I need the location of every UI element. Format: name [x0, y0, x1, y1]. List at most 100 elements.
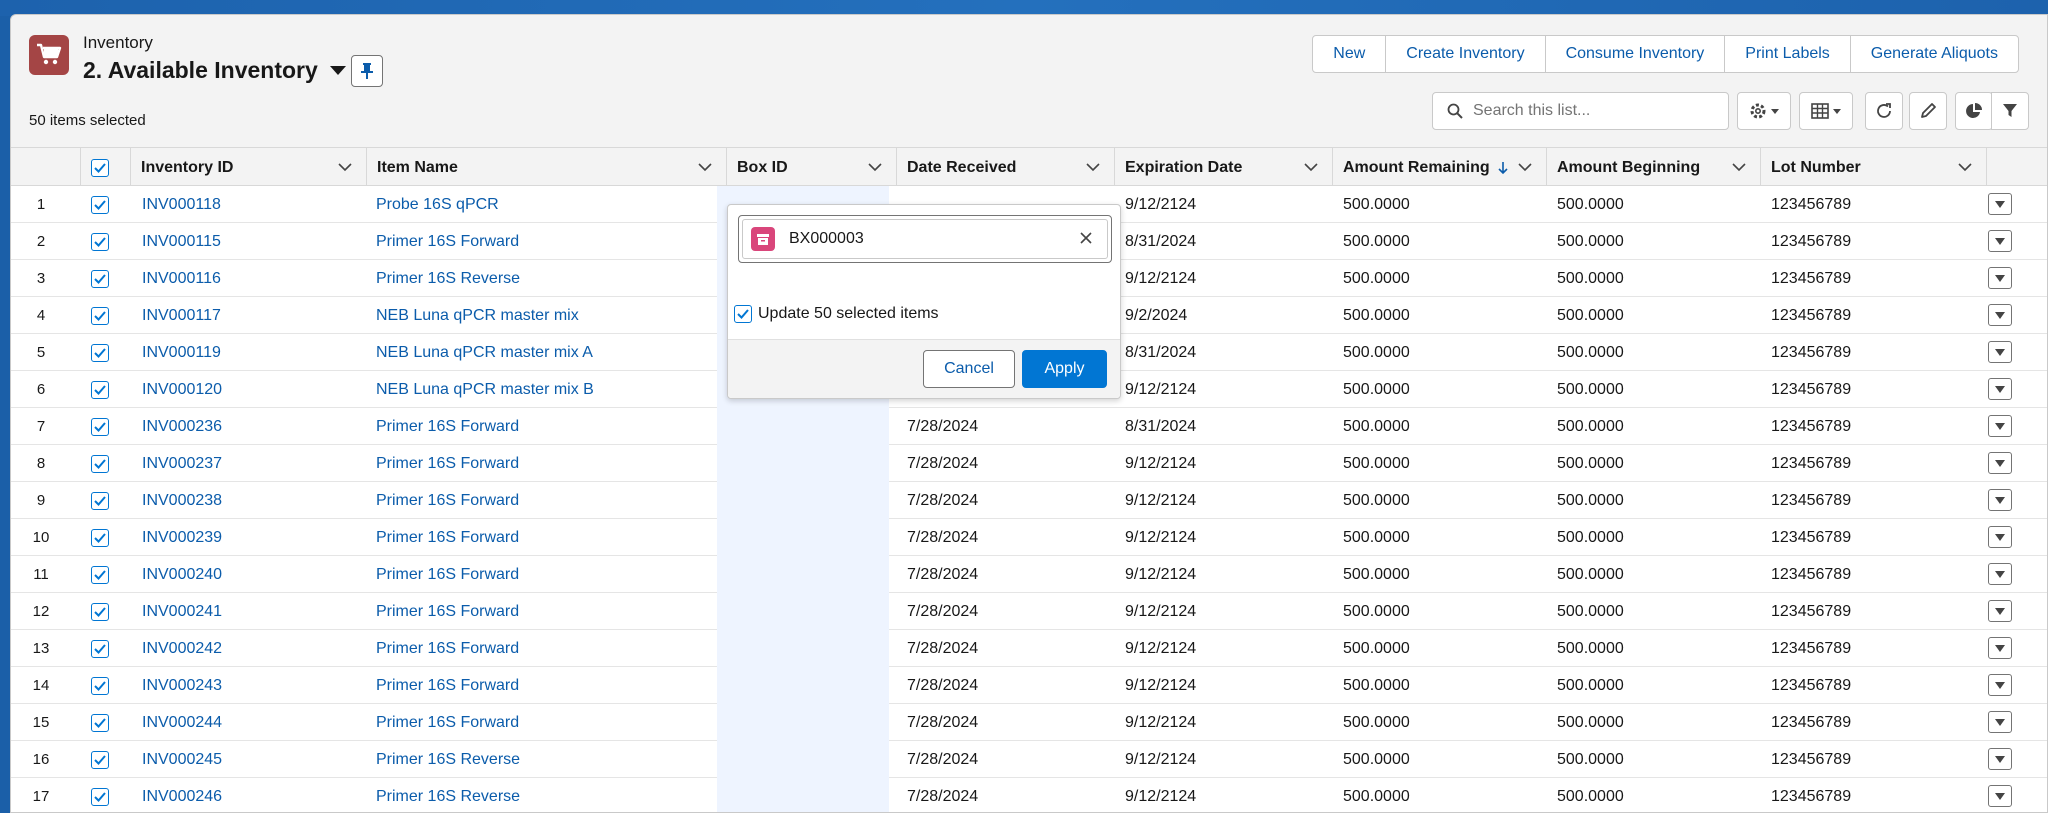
item-name-link[interactable]: Primer 16S Forward	[376, 556, 519, 593]
box-id-cell[interactable]	[717, 445, 889, 482]
table-row[interactable]: 7 INV000236 Primer 16S Forward 7/28/2024 8/3…	[11, 408, 2047, 445]
inventory-id-link[interactable]: INV000116	[142, 260, 221, 297]
table-row[interactable]: 13 INV000242 Primer 16S Forward 7/28/2024 9/…	[11, 630, 2047, 667]
list-view-title[interactable]: 2. Available Inventory	[83, 57, 346, 84]
chevron-down-icon[interactable]	[329, 66, 346, 75]
inventory-id-link[interactable]: INV000245	[142, 741, 222, 778]
row-actions-button[interactable]	[1988, 748, 2012, 770]
item-name-link[interactable]: Primer 16S Forward	[376, 223, 519, 260]
item-name-link[interactable]: NEB Luna qPCR master mix B	[376, 371, 594, 408]
row-checkbox[interactable]	[91, 195, 109, 214]
table-row[interactable]: 16 INV000245 Primer 16S Reverse 7/28/2024 9/…	[11, 741, 2047, 778]
chevron-down-icon[interactable]	[868, 162, 882, 172]
row-checkbox[interactable]	[91, 306, 109, 325]
item-name-link[interactable]: Primer 16S Forward	[376, 519, 519, 556]
column-header-lot-number[interactable]: Lot Number	[1761, 148, 1987, 187]
box-lookup-field[interactable]: BX000003	[738, 215, 1112, 263]
item-name-link[interactable]: Primer 16S Forward	[376, 408, 519, 445]
inventory-id-link[interactable]: INV000120	[142, 371, 222, 408]
chevron-down-icon[interactable]	[1304, 162, 1318, 172]
table-row[interactable]: 11 INV000240 Primer 16S Forward 7/28/2024 9/…	[11, 556, 2047, 593]
row-actions-button[interactable]	[1988, 230, 2012, 252]
chevron-down-icon[interactable]	[1086, 162, 1100, 172]
box-id-cell[interactable]	[717, 667, 889, 704]
generate-aliquots-button[interactable]: Generate Aliquots	[1849, 35, 2019, 73]
row-checkbox[interactable]	[91, 269, 109, 288]
inventory-id-link[interactable]: INV000117	[142, 297, 221, 334]
row-actions-button[interactable]	[1988, 711, 2012, 733]
inventory-id-link[interactable]: INV000246	[142, 778, 222, 812]
box-id-cell[interactable]	[717, 593, 889, 630]
row-checkbox[interactable]	[91, 417, 109, 436]
box-lookup-pill[interactable]: BX000003	[742, 219, 1108, 259]
inventory-id-link[interactable]: INV000236	[142, 408, 222, 445]
create-inventory-button[interactable]: Create Inventory	[1385, 35, 1546, 73]
table-row[interactable]: 14 INV000243 Primer 16S Forward 7/28/2024 9/…	[11, 667, 2047, 704]
chevron-down-icon[interactable]	[338, 162, 352, 172]
consume-inventory-button[interactable]: Consume Inventory	[1544, 35, 1726, 73]
row-checkbox[interactable]	[91, 565, 109, 584]
row-actions-button[interactable]	[1988, 563, 2012, 585]
table-row[interactable]: 9 INV000238 Primer 16S Forward 7/28/2024 9/1…	[11, 482, 2047, 519]
column-header-date-received[interactable]: Date Received	[897, 148, 1115, 187]
item-name-link[interactable]: NEB Luna qPCR master mix	[376, 297, 579, 334]
table-row[interactable]: 15 INV000244 Primer 16S Forward 7/28/2024 9/…	[11, 704, 2047, 741]
search-input[interactable]	[1473, 102, 1713, 120]
chevron-down-icon[interactable]	[1518, 162, 1532, 172]
inventory-id-link[interactable]: INV000238	[142, 482, 222, 519]
update-selected-checkbox[interactable]	[734, 305, 752, 323]
item-name-link[interactable]: Primer 16S Reverse	[376, 778, 520, 812]
column-header-box-id[interactable]: Box ID	[727, 148, 897, 187]
display-as-button[interactable]	[1799, 92, 1853, 130]
row-checkbox[interactable]	[91, 343, 109, 362]
inventory-id-link[interactable]: INV000239	[142, 519, 222, 556]
new-button[interactable]: New	[1312, 35, 1387, 73]
chevron-down-icon[interactable]	[1732, 162, 1746, 172]
row-actions-button[interactable]	[1988, 378, 2012, 400]
item-name-link[interactable]: Primer 16S Reverse	[376, 741, 520, 778]
row-checkbox[interactable]	[91, 676, 109, 695]
item-name-link[interactable]: Primer 16S Forward	[376, 704, 519, 741]
row-checkbox[interactable]	[91, 750, 109, 769]
row-checkbox[interactable]	[91, 787, 109, 806]
box-id-cell[interactable]	[717, 741, 889, 778]
print-labels-button[interactable]: Print Labels	[1724, 35, 1851, 73]
select-all-checkbox[interactable]	[91, 158, 109, 177]
row-actions-button[interactable]	[1988, 304, 2012, 326]
row-checkbox[interactable]	[91, 713, 109, 732]
column-header-expiration-date[interactable]: Expiration Date	[1115, 148, 1333, 187]
column-header-inventory-id[interactable]: Inventory ID	[131, 148, 367, 187]
row-actions-button[interactable]	[1988, 489, 2012, 511]
inventory-id-link[interactable]: INV000119	[142, 334, 221, 371]
inventory-id-link[interactable]: INV000240	[142, 556, 222, 593]
box-id-cell[interactable]	[717, 482, 889, 519]
box-id-cell[interactable]	[717, 408, 889, 445]
row-actions-button[interactable]	[1988, 267, 2012, 289]
row-actions-button[interactable]	[1988, 341, 2012, 363]
inventory-id-link[interactable]: INV000241	[142, 593, 222, 630]
row-actions-button[interactable]	[1988, 452, 2012, 474]
inventory-id-link[interactable]: INV000242	[142, 630, 222, 667]
inventory-id-link[interactable]: INV000244	[142, 704, 222, 741]
box-id-cell[interactable]	[717, 778, 889, 812]
cancel-button[interactable]: Cancel	[923, 350, 1015, 388]
row-actions-button[interactable]	[1988, 526, 2012, 548]
row-actions-button[interactable]	[1988, 193, 2012, 215]
box-id-cell[interactable]	[717, 519, 889, 556]
item-name-link[interactable]: Primer 16S Forward	[376, 667, 519, 704]
inventory-id-link[interactable]: INV000118	[142, 186, 221, 223]
list-settings-button[interactable]	[1737, 92, 1791, 130]
row-checkbox[interactable]	[91, 232, 109, 251]
item-name-link[interactable]: Probe 16S qPCR	[376, 186, 499, 223]
item-name-link[interactable]: NEB Luna qPCR master mix A	[376, 334, 593, 371]
row-checkbox[interactable]	[91, 528, 109, 547]
box-id-cell[interactable]	[717, 630, 889, 667]
row-checkbox[interactable]	[91, 639, 109, 658]
row-checkbox[interactable]	[91, 491, 109, 510]
close-icon[interactable]	[1079, 231, 1093, 245]
table-row[interactable]: 10 INV000239 Primer 16S Forward 7/28/2024 9/…	[11, 519, 2047, 556]
table-row[interactable]: 17 INV000246 Primer 16S Reverse 7/28/2024 9/…	[11, 778, 2047, 812]
item-name-link[interactable]: Primer 16S Forward	[376, 445, 519, 482]
item-name-link[interactable]: Primer 16S Forward	[376, 630, 519, 667]
row-actions-button[interactable]	[1988, 785, 2012, 807]
